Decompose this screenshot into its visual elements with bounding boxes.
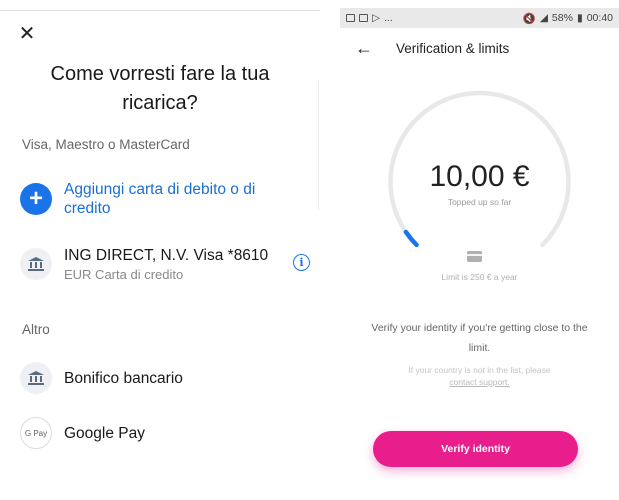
saved-card-title: ING DIRECT, N.V. Visa *8610 [64,247,269,264]
add-card-button[interactable]: + Aggiungi carta di debito o di credito [20,180,310,218]
support-note: If your country is not in the list, plea… [380,364,579,388]
page-title: Come vorresti fare la tua ricarica? [50,63,270,114]
verify-identity-button[interactable]: Verify identity [373,431,578,467]
play-icon: ▷ [372,12,381,24]
section-label-cards: Visa, Maestro o MasterCard [22,137,190,152]
section-label-other: Altro [22,322,50,337]
mail-icon [359,14,368,22]
payment-method-panel: ✕ Come vorresti fare la tua ricarica? Vi… [0,0,320,500]
image-icon [346,14,355,22]
google-pay-icon: G Pay [20,417,52,449]
battery-icon: ▮ [576,12,583,24]
limit-text: Limit is 250 € a year [441,272,518,282]
support-note-text: If your country is not in the list, plea… [408,365,551,375]
bank-transfer-label: Bonifico bancario [64,369,183,387]
close-icon[interactable]: ✕ [16,22,38,45]
arrow-left-icon[interactable]: ← [346,38,382,59]
battery-level: 58% [551,12,573,24]
google-pay-item[interactable]: G Pay Google Pay [20,417,310,449]
verification-screen: ▷ ... 🔇 ◢ 58% ▮ 00:40 ← Verification & l… [340,0,619,500]
contact-support-link[interactable]: contact support. [449,377,509,387]
saved-card-subtitle: EUR Carta di credito [64,267,184,282]
bank-transfer-item[interactable]: Bonifico bancario [20,362,310,394]
app-bar: ← Verification & limits [340,28,619,68]
status-more: ... [384,12,393,24]
google-pay-label: Google Pay [64,424,145,442]
plus-icon: + [20,183,52,215]
status-bar: ▷ ... 🔇 ◢ 58% ▮ 00:40 [340,8,619,28]
mute-icon: 🔇 [522,12,536,25]
panel-divider [318,80,319,210]
topped-up-amount: 10,00 € [429,160,530,193]
card-icon [467,251,482,262]
screen-title: Verification & limits [396,40,510,56]
bank-icon [20,362,52,394]
topped-up-caption: Topped up so far [447,197,512,207]
gauge-progress [403,229,419,248]
clock: 00:40 [586,12,613,24]
info-icon[interactable]: i [293,254,310,271]
verify-message: Verify your identity if you're getting c… [371,322,588,354]
top-divider [0,10,320,11]
bank-icon [20,248,52,280]
add-card-label: Aggiungi carta di debito o di credito [64,181,256,217]
signal-icon: ◢ [539,12,548,24]
saved-card-item[interactable]: ING DIRECT, N.V. Visa *8610 EUR Carta di… [20,246,310,282]
